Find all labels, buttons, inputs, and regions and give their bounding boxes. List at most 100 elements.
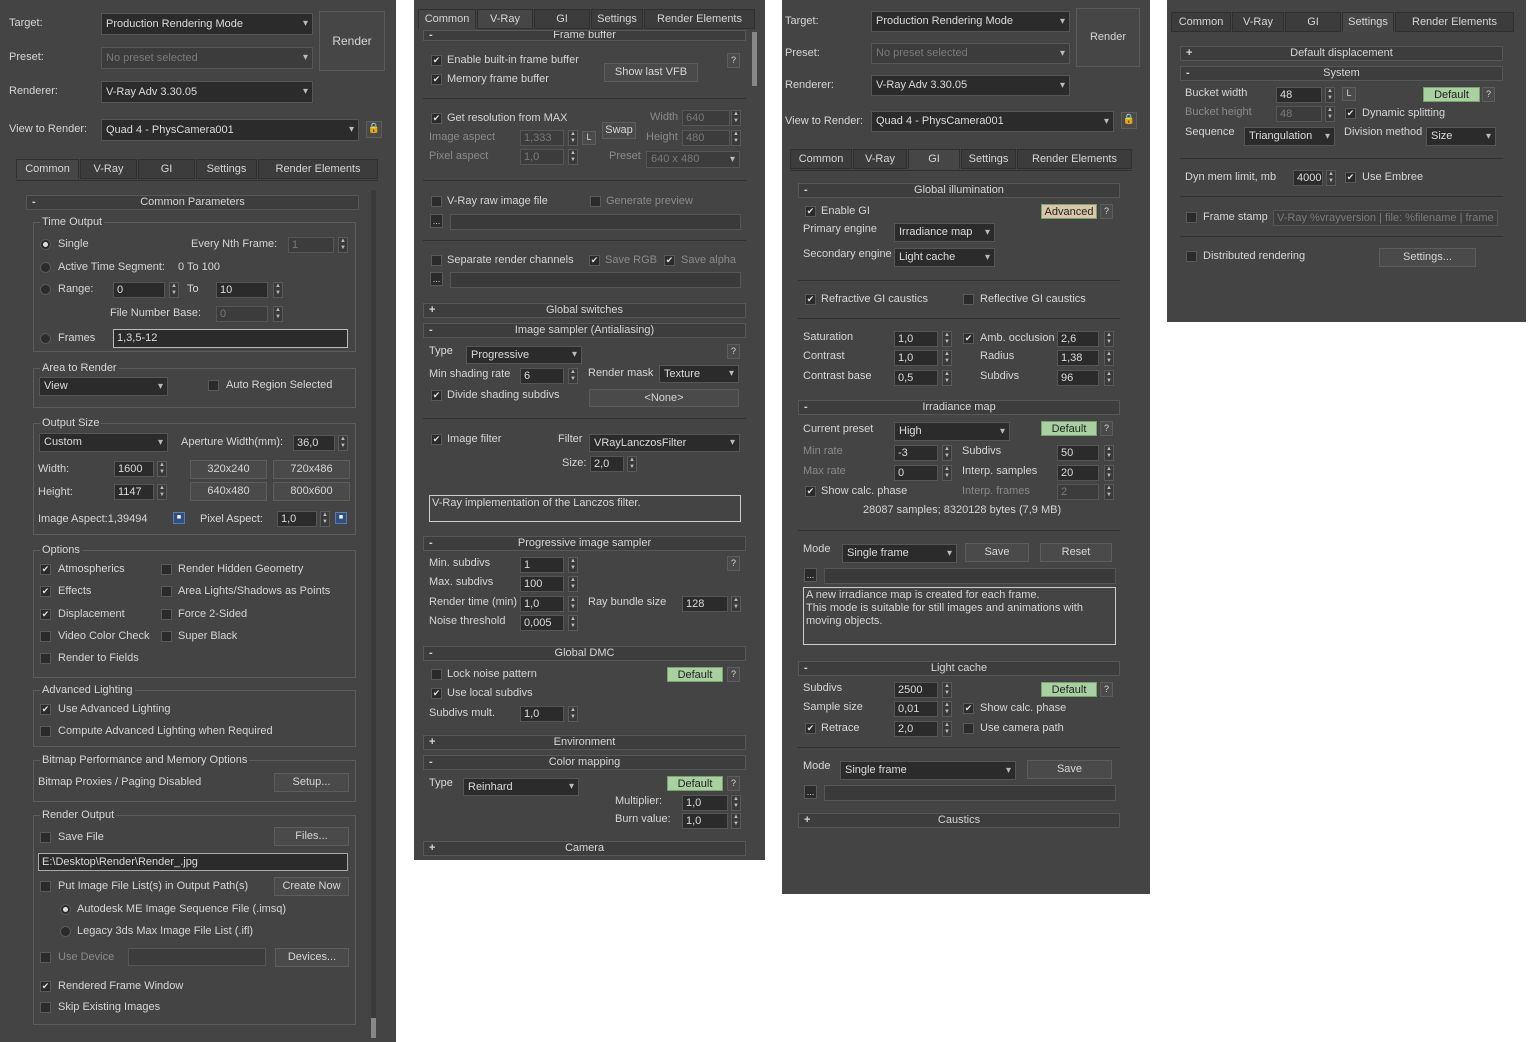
color-mapping-rollout[interactable]: - Color mapping bbox=[423, 755, 746, 770]
amb-occ-checkbox[interactable]: ✔ bbox=[963, 333, 974, 344]
dyn-mem-spinner[interactable]: ▲ ▼ bbox=[1326, 170, 1336, 186]
preset-720x486-button[interactable]: 720x486 bbox=[273, 460, 350, 479]
help-icon[interactable]: ? bbox=[1100, 421, 1113, 436]
atmospherics-checkbox[interactable]: ✔ bbox=[40, 564, 51, 575]
render-fields-checkbox[interactable] bbox=[40, 653, 51, 664]
tab-common[interactable]: Common bbox=[418, 9, 476, 29]
saturation-input[interactable]: 1,0 bbox=[894, 331, 938, 347]
division-dropdown[interactable]: Size bbox=[1426, 127, 1496, 146]
ao-subdivs-input[interactable]: 96 bbox=[1057, 370, 1099, 386]
preset-dropdown[interactable]: No preset selected bbox=[101, 47, 313, 69]
height-input[interactable]: 1147 bbox=[114, 484, 154, 500]
compute-advanced-lighting-checkbox[interactable] bbox=[40, 726, 51, 737]
bundle-spinner[interactable]: ▲ ▼ bbox=[731, 596, 741, 612]
preset-dropdown[interactable]: 640 x 480 bbox=[646, 151, 740, 168]
contrast-base-input[interactable]: 0,5 bbox=[894, 370, 938, 386]
amb-occ-input[interactable]: 2,6 bbox=[1057, 331, 1099, 347]
none-button[interactable]: <None> bbox=[589, 389, 739, 407]
retrace-input[interactable]: 2,0 bbox=[894, 721, 938, 737]
advanced-button[interactable]: Advanced bbox=[1041, 204, 1097, 219]
effects-checkbox[interactable]: ✔ bbox=[40, 586, 51, 597]
setup-button[interactable]: Setup... bbox=[274, 773, 349, 792]
active-segment-radio[interactable] bbox=[40, 262, 51, 273]
common-parameters-rollout[interactable]: - Common Parameters bbox=[26, 195, 359, 210]
tab-render-elements[interactable]: Render Elements bbox=[1395, 12, 1514, 32]
save-file-checkbox[interactable] bbox=[40, 832, 51, 843]
scrollbar-thumb[interactable] bbox=[752, 32, 757, 86]
preset-800x600-button[interactable]: 800x600 bbox=[273, 482, 350, 501]
bucket-width-input[interactable]: 48 bbox=[1276, 87, 1322, 103]
range-radio[interactable] bbox=[40, 284, 51, 295]
lc-save-button[interactable]: Save bbox=[1027, 760, 1112, 779]
max-subdivs-spinner[interactable]: ▲ ▼ bbox=[568, 576, 578, 592]
show-last-vfb-button[interactable]: Show last VFB bbox=[604, 63, 698, 82]
ao-subdivs-spinner[interactable]: ▲ ▼ bbox=[1104, 370, 1114, 386]
bundle-input[interactable]: 128 bbox=[682, 596, 728, 612]
tab-settings[interactable]: Settings bbox=[1342, 12, 1394, 32]
range-to-input[interactable]: 10 bbox=[216, 282, 268, 298]
channels-browse-button[interactable]: ... bbox=[430, 272, 443, 286]
interp-samples-input[interactable]: 20 bbox=[1057, 465, 1099, 481]
irr-reset-button[interactable]: Reset bbox=[1040, 543, 1112, 562]
save-rgb-checkbox[interactable]: ✔ bbox=[589, 255, 600, 266]
refractive-checkbox[interactable]: ✔ bbox=[805, 294, 816, 305]
help-icon[interactable]: ? bbox=[1482, 87, 1495, 102]
light-cache-rollout[interactable]: - Light cache bbox=[798, 661, 1120, 676]
cm-type-dropdown[interactable]: Reinhard bbox=[463, 778, 579, 796]
width-spinner[interactable]: ▲ ▼ bbox=[157, 461, 167, 477]
renderer-dropdown[interactable]: V-Ray Adv 3.30.05 bbox=[101, 81, 313, 103]
global-switches-rollout[interactable]: + Global switches bbox=[423, 303, 746, 318]
divide-checkbox[interactable]: ✔ bbox=[431, 390, 442, 401]
irr-save-button[interactable]: Save bbox=[965, 543, 1029, 562]
mult-input[interactable]: 1,0 bbox=[520, 706, 564, 722]
camera-path-checkbox[interactable] bbox=[963, 723, 974, 734]
irr-subdivs-input[interactable]: 50 bbox=[1057, 445, 1099, 461]
sample-size-spinner[interactable]: ▲ ▼ bbox=[942, 701, 952, 717]
enable-builtin-checkbox[interactable]: ✔ bbox=[431, 55, 442, 66]
raw-path-input[interactable] bbox=[450, 214, 741, 230]
tab-settings[interactable]: Settings bbox=[196, 159, 257, 179]
tab-render-elements[interactable]: Render Elements bbox=[258, 159, 378, 179]
lock-icon[interactable]: 🔒 bbox=[1121, 112, 1137, 129]
sampler-type-dropdown[interactable]: Progressive bbox=[466, 346, 582, 364]
rendered-frame-checkbox[interactable]: ✔ bbox=[40, 981, 51, 992]
pixel-aspect-spinner[interactable]: ▲ ▼ bbox=[320, 511, 330, 527]
filter-size-spinner[interactable]: ▲ ▼ bbox=[627, 456, 637, 472]
max-rate-spinner[interactable]: ▲ ▼ bbox=[942, 465, 952, 481]
use-advanced-lighting-checkbox[interactable]: ✔ bbox=[40, 704, 51, 715]
irr-path-input[interactable] bbox=[824, 568, 1116, 584]
skip-existing-checkbox[interactable] bbox=[40, 1002, 51, 1013]
min-subdivs-input[interactable]: 1 bbox=[520, 557, 564, 573]
image-sampler-rollout[interactable]: - Image sampler (Antialiasing) bbox=[423, 323, 746, 338]
lc-subdivs-input[interactable]: 2500 bbox=[894, 682, 938, 698]
contrast-input[interactable]: 1,0 bbox=[894, 350, 938, 366]
lc-subdivs-spinner[interactable]: ▲ ▼ bbox=[942, 682, 952, 698]
height-input[interactable]: 480 bbox=[682, 130, 730, 146]
lc-path-input[interactable] bbox=[824, 785, 1116, 801]
file-number-base-spinner[interactable]: ▲ ▼ bbox=[273, 306, 283, 322]
multiplier-spinner[interactable]: ▲ ▼ bbox=[731, 795, 741, 811]
filter-size-input[interactable]: 2,0 bbox=[590, 456, 624, 472]
radius-spinner[interactable]: ▲ ▼ bbox=[1104, 350, 1114, 366]
irr-show-calc-checkbox[interactable]: ✔ bbox=[805, 486, 816, 497]
channels-path-input[interactable] bbox=[450, 272, 741, 288]
dmc-default-button[interactable]: Default bbox=[667, 667, 723, 682]
noise-spinner[interactable]: ▲ ▼ bbox=[568, 615, 578, 631]
bucket-lock-button[interactable]: L bbox=[1342, 87, 1356, 101]
video-color-checkbox[interactable] bbox=[40, 631, 51, 642]
irradiance-default-button[interactable]: Default bbox=[1041, 421, 1097, 436]
burn-spinner[interactable]: ▲ ▼ bbox=[731, 813, 741, 829]
sequence-dropdown[interactable]: Triangulation bbox=[1244, 127, 1335, 146]
cm-default-button[interactable]: Default bbox=[667, 776, 723, 791]
tab-vray[interactable]: V-Ray bbox=[853, 149, 907, 169]
range-from-spinner[interactable]: ▲ ▼ bbox=[169, 282, 179, 298]
lock-aspect-button[interactable]: L bbox=[582, 131, 596, 145]
irr-subdivs-spinner[interactable]: ▲ ▼ bbox=[1104, 445, 1114, 461]
frame-stamp-checkbox[interactable] bbox=[1186, 212, 1197, 223]
help-icon[interactable]: ? bbox=[727, 667, 740, 682]
tab-gi[interactable]: GI bbox=[534, 9, 590, 29]
help-icon[interactable]: ? bbox=[727, 556, 740, 571]
lc-mode-dropdown[interactable]: Single frame bbox=[840, 761, 1016, 780]
file-number-base-input[interactable]: 0 bbox=[216, 306, 268, 322]
max-rate-input[interactable]: 0 bbox=[894, 465, 938, 481]
